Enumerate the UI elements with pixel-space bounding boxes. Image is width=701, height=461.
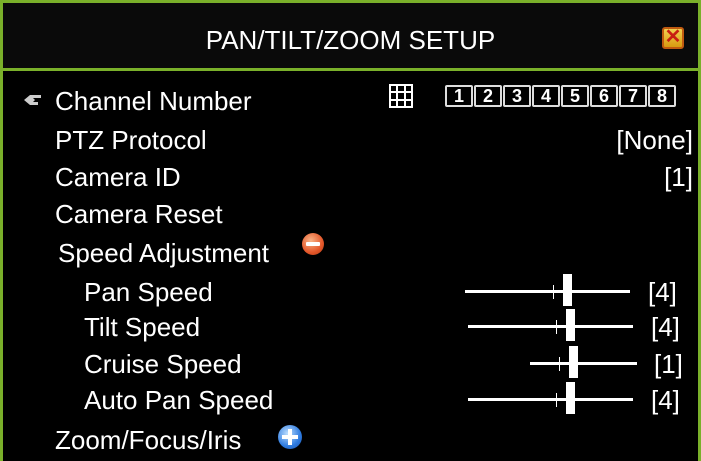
channel-button-1[interactable]: 1 xyxy=(445,85,473,107)
tilt-speed-value: [4] xyxy=(651,312,680,342)
pan-speed-value: [4] xyxy=(648,277,677,307)
tilt-speed-label: Tilt Speed xyxy=(84,312,201,342)
camera-id-label: Camera ID xyxy=(55,162,181,192)
auto-pan-speed-value: [4] xyxy=(651,385,680,415)
grid-layout-icon[interactable] xyxy=(389,84,413,108)
auto-pan-speed-label: Auto Pan Speed xyxy=(84,385,274,415)
cruise-speed-value: [1] xyxy=(654,349,683,379)
channel-button-4[interactable]: 4 xyxy=(532,85,560,107)
camera-reset-item[interactable]: Camera Reset xyxy=(55,199,223,230)
channel-button-3[interactable]: 3 xyxy=(503,85,531,107)
close-icon[interactable]: ✕ xyxy=(662,27,684,49)
speed-adjustment-label: Speed Adjustment xyxy=(58,238,270,268)
channel-button-5[interactable]: 5 xyxy=(561,85,589,107)
channel-button-2[interactable]: 2 xyxy=(474,85,502,107)
zoom-focus-iris-label: Zoom/Focus/Iris xyxy=(55,425,242,455)
channel-button-8[interactable]: 8 xyxy=(648,85,676,107)
ptz-protocol-label: PTZ Protocol xyxy=(55,125,207,155)
channel-button-6[interactable]: 6 xyxy=(590,85,618,107)
cruise-speed-label: Cruise Speed xyxy=(84,349,242,379)
ptz-protocol-value[interactable]: [None] xyxy=(616,125,693,156)
collapse-minus-icon[interactable] xyxy=(302,233,324,255)
channel-buttons: 1 2 3 4 5 6 7 8 xyxy=(445,85,676,107)
camera-id-value[interactable]: [1] xyxy=(664,162,693,193)
channel-number-label: Channel Number xyxy=(55,86,252,116)
pan-speed-label: Pan Speed xyxy=(84,277,213,307)
dialog-title: PAN/TILT/ZOOM SETUP xyxy=(205,25,496,55)
channel-button-7[interactable]: 7 xyxy=(619,85,647,107)
expand-plus-icon[interactable] xyxy=(278,425,302,449)
title-bar: PAN/TILT/ZOOM SETUP ✕ xyxy=(3,3,698,71)
pointer-hand-icon xyxy=(22,92,44,108)
